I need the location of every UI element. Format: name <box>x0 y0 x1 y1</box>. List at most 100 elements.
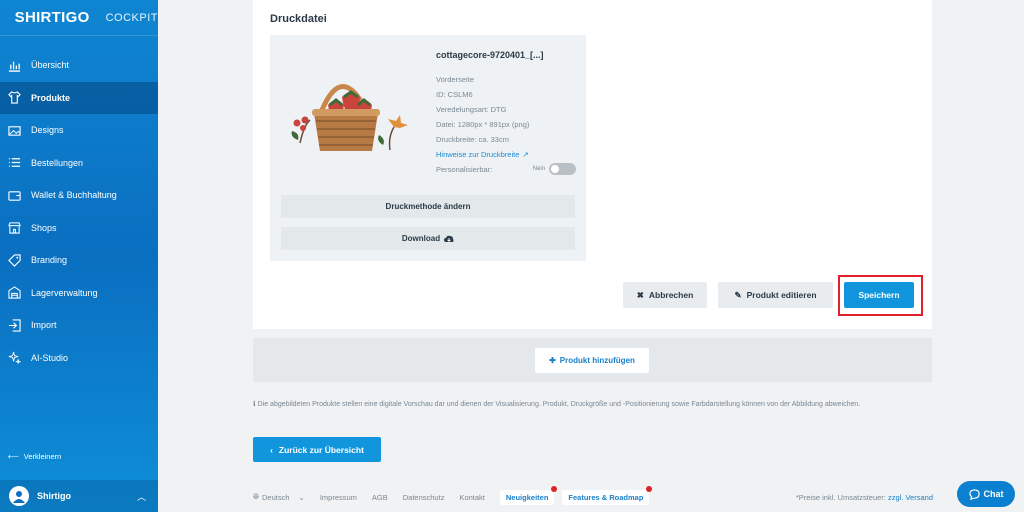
sidebar-item-label: Import <box>31 320 57 331</box>
collapse-sidebar-button[interactable]: ⟵ Verkleinern <box>8 452 61 461</box>
chat-bubble-icon <box>968 488 980 500</box>
cancel-button[interactable]: ✖ Abbrechen <box>623 282 707 308</box>
change-print-method-button[interactable]: Druckmethode ändern <box>281 195 575 218</box>
shipping-link[interactable]: zzgl. Versand <box>888 493 933 502</box>
footer-link-kontakt[interactable]: Kontakt <box>459 493 484 502</box>
globe-icon: 🌐︎ <box>253 492 259 501</box>
sidebar-item-label: Branding <box>31 255 68 266</box>
toggle-state-label: Nein <box>532 166 545 172</box>
print-file-card: Druckdatei cottagecore-9720401_[...] Vor… <box>253 0 932 329</box>
button-label: Produkt editieren <box>746 290 817 300</box>
chevron-down-icon: ⌄ <box>298 492 305 502</box>
sidebar-item-ai-studio[interactable]: AI-Studio <box>0 342 158 375</box>
button-label: Zurück zur Übersicht <box>278 444 364 455</box>
chevron-up-icon: ︿ <box>136 491 146 502</box>
sidebar-item-label: Bestellungen <box>31 157 84 168</box>
sidebar-item-label: Designs <box>31 125 64 136</box>
image-icon <box>7 123 21 137</box>
sidebar-item-lagerverwaltung[interactable]: Lagerverwaltung <box>0 277 158 310</box>
language-selector[interactable]: 🌐︎ Deutsch ⌄ <box>253 492 305 502</box>
print-file-box: cottagecore-9720401_[...] Vorderseite ID… <box>270 35 586 261</box>
cloud-download-icon <box>444 235 454 242</box>
sidebar-item-label: Wallet & Buchhaltung <box>31 190 117 201</box>
edit-product-button[interactable]: ✎ Produkt editieren <box>718 282 833 308</box>
roadmap-link[interactable]: Features & Roadmap <box>562 485 653 505</box>
button-label: Abbrechen <box>648 290 694 300</box>
personalizable-toggle[interactable] <box>549 163 576 175</box>
personalizable-label: Personalisierbar: <box>436 164 493 174</box>
warehouse-icon <box>7 286 21 300</box>
shirt-icon <box>7 91 21 105</box>
print-width-hint-link[interactable]: Hinweise zur Druckbreite ↗ <box>436 150 529 159</box>
file-name: cottagecore-9720401_[...] <box>436 50 544 60</box>
user-menu[interactable]: Shirtigo ︿ <box>0 480 158 512</box>
tag-icon <box>7 253 21 267</box>
user-name: Shirtigo <box>37 491 71 501</box>
user-icon <box>13 491 25 503</box>
add-product-button[interactable]: ✚ Produkt hinzufügen <box>535 348 649 373</box>
shirtigo-logo-icon <box>9 17 10 18</box>
sidebar-nav: Übersicht Produkte Designs Bestellungen … <box>0 49 158 374</box>
collapse-label: Verkleinern <box>23 452 62 461</box>
sidebar-item-branding[interactable]: Branding <box>0 244 158 277</box>
button-label: Download <box>401 234 441 243</box>
footer: 🌐︎ Deutsch ⌄ Impressum AGB Datenschutz K… <box>253 485 933 505</box>
hint-link-label: Hinweise zur Druckbreite <box>436 150 520 159</box>
footer-link-agb[interactable]: AGB <box>372 493 388 502</box>
list-icon <box>7 156 21 170</box>
notification-dot <box>646 485 653 492</box>
news-label: Neuigkeiten <box>505 492 549 502</box>
back-to-overview-button[interactable]: ‹ Zurück zur Übersicht <box>253 437 381 462</box>
sidebar-item-wallet[interactable]: Wallet & Buchhaltung <box>0 179 158 212</box>
finishing-type: Veredelungsart: DTG <box>436 105 507 114</box>
brand[interactable]: SHIRTIGO COCKPIT <box>0 0 158 36</box>
sidebar-item-bestellungen[interactable]: Bestellungen <box>0 147 158 180</box>
chevron-left-icon: ‹ <box>270 444 273 455</box>
bar-chart-icon <box>7 58 21 72</box>
sparkle-icon <box>7 351 21 365</box>
sidebar-item-shops[interactable]: Shops <box>0 212 158 245</box>
sidebar-item-import[interactable]: Import <box>0 309 158 342</box>
notice-text: Die abgebildeten Produkte stellen eine d… <box>257 401 861 408</box>
plus-icon: ✚ <box>549 356 556 365</box>
sidebar: SHIRTIGO COCKPIT Übersicht Produkte Desi… <box>0 0 158 512</box>
print-width: Druckbreite: ca. 33cm <box>436 135 509 144</box>
sidebar-item-uebersicht[interactable]: Übersicht <box>0 49 158 82</box>
price-note: *Preise inkl. Umsatzsteuer: zzgl. Versan… <box>796 493 933 502</box>
sidebar-item-label: Übersicht <box>31 60 70 71</box>
notification-dot <box>551 485 558 492</box>
sidebar-item-label: Lagerverwaltung <box>31 287 98 298</box>
store-icon <box>7 221 21 235</box>
brand-subtitle: COCKPIT <box>105 11 158 24</box>
wallet-icon <box>7 188 21 202</box>
highlight-frame <box>838 275 923 316</box>
news-link[interactable]: Neuigkeiten <box>499 485 558 505</box>
sidebar-item-label: Shops <box>31 222 57 233</box>
close-icon: ✖ <box>636 289 644 300</box>
add-product-bar: ✚ Produkt hinzufügen <box>253 338 932 382</box>
roadmap-label: Features & Roadmap <box>568 492 644 502</box>
sidebar-item-label: AI-Studio <box>31 352 69 363</box>
chat-button[interactable]: Chat <box>957 481 1015 507</box>
footer-link-impressum[interactable]: Impressum <box>320 493 357 502</box>
pencil-icon: ✎ <box>734 289 742 300</box>
brand-name: SHIRTIGO <box>14 9 90 26</box>
sidebar-item-produkte[interactable]: Produkte <box>0 81 158 114</box>
avatar <box>9 486 29 506</box>
footer-link-datenschutz[interactable]: Datenschutz <box>403 493 445 502</box>
button-label: Produkt hinzufügen <box>559 356 635 365</box>
sidebar-item-label: Produkte <box>31 92 71 103</box>
import-icon <box>7 318 21 332</box>
sidebar-item-designs[interactable]: Designs <box>0 114 158 147</box>
preview-notice: ℹ Die abgebildeten Produkte stellen eine… <box>253 400 932 410</box>
external-link-icon: ↗ <box>522 150 529 159</box>
print-side: Vorderseite <box>436 75 474 84</box>
personalizable-row: Personalisierbar: Nein <box>436 163 576 175</box>
language-label: Deutsch <box>262 492 290 502</box>
button-label: Druckmethode ändern <box>385 202 471 211</box>
download-button[interactable]: Download <box>281 227 575 250</box>
chat-label: Chat <box>983 489 1004 499</box>
file-dimensions: Datei: 1280px * 891px (png) <box>436 120 530 129</box>
arrow-left-icon: ⟵ <box>8 452 19 461</box>
design-preview-image <box>291 84 408 151</box>
